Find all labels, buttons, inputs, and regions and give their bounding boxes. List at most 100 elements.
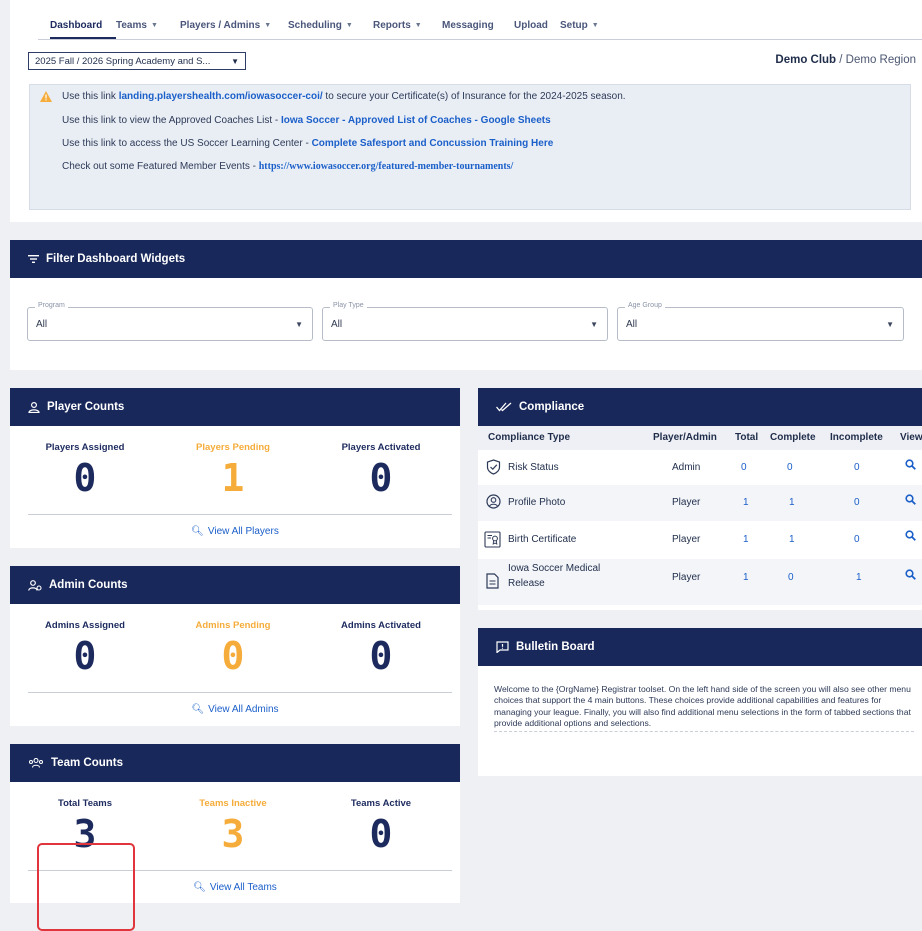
nav-label: Upload — [514, 20, 548, 31]
play-type-select[interactable]: Play Type All ▼ — [322, 302, 608, 341]
notice-line-4: Check out some Featured Member Events - … — [62, 161, 513, 172]
row-name: Profile Photo — [508, 497, 566, 508]
club-name: Demo Club — [775, 54, 837, 66]
player-counts-card: Player Counts Players Assigned 0 Players … — [10, 388, 460, 548]
player-counts-header: Player Counts — [10, 388, 460, 426]
col-player-admin: Player/Admin — [653, 432, 717, 443]
stat-value: 3 — [221, 812, 245, 856]
safesport-link[interactable]: Complete Safesport and Concussion Traini… — [312, 138, 554, 149]
link-label: View All Teams — [209, 882, 277, 893]
players-activated-stat: Players Activated 0 — [306, 442, 456, 497]
row-name: Risk Status — [508, 462, 559, 473]
row-total: 1 — [743, 534, 749, 545]
warning-icon — [40, 91, 52, 102]
link-label: View All Players — [207, 526, 279, 537]
region-name: / Demo Region — [836, 54, 916, 66]
table-row: Iowa Soccer Medical Release Player 1 0 1 — [478, 559, 922, 605]
nav-setup[interactable]: Setup ▼ — [560, 20, 599, 31]
table-row: Profile Photo Player 1 1 0 — [478, 485, 922, 521]
notice-line-1: Use this link landing.playershealth.com/… — [62, 91, 626, 102]
coaches-list-link[interactable]: Iowa Soccer - Approved List of Coaches -… — [281, 115, 551, 126]
nav-dashboard[interactable]: Dashboard — [50, 20, 102, 31]
season-select[interactable]: 2025 Fall / 2026 Spring Academy and S...… — [28, 52, 246, 70]
bulletin-header: Bulletin Board — [478, 628, 922, 666]
search-icon[interactable] — [905, 459, 916, 473]
stat-value: 0 — [73, 634, 97, 678]
row-total: 1 — [743, 572, 749, 583]
notice-line-3: Use this link to access the US Soccer Le… — [62, 138, 553, 149]
stat-label: Teams Active — [350, 798, 412, 809]
admin-counts-title: Admin Counts — [49, 579, 128, 591]
nav-players-admins[interactable]: Players / Admins ▼ — [180, 20, 271, 31]
row-complete: 0 — [788, 572, 794, 583]
age-group-select[interactable]: Age Group All ▼ — [617, 302, 904, 341]
nav-label: Scheduling — [288, 20, 342, 31]
compliance-header: Compliance — [478, 388, 922, 426]
search-icon[interactable] — [905, 494, 916, 508]
row-total: 1 — [743, 497, 749, 508]
stat-label: Players Activated — [341, 442, 421, 453]
stat-value: 0 — [369, 634, 393, 678]
row-incomplete: 0 — [854, 497, 860, 508]
chevron-down-icon: ▼ — [295, 320, 303, 329]
player-counts-title: Player Counts — [47, 401, 125, 413]
row-total: 0 — [741, 462, 747, 473]
coi-link[interactable]: landing.playershealth.com/iowasoccer-coi… — [119, 91, 323, 102]
main-nav: Dashboard Teams ▼ Players / Admins ▼ Sched… — [38, 0, 922, 40]
notice-box: Use this link landing.playershealth.com/… — [29, 84, 911, 210]
nav-label: Reports — [373, 20, 411, 31]
double-check-icon — [496, 402, 512, 412]
bulletin-title: Bulletin Board — [516, 641, 595, 653]
document-icon — [486, 573, 499, 589]
row-complete: 0 — [787, 462, 793, 473]
row-who: Player — [672, 497, 701, 508]
user-circle-icon — [486, 494, 501, 509]
admin-counts-header: Admin Counts — [10, 566, 460, 604]
row-incomplete: 0 — [854, 462, 860, 473]
nav-teams[interactable]: Teams ▼ — [116, 20, 158, 31]
notice-text: Use this link — [62, 91, 119, 102]
nav-messaging[interactable]: Messaging — [442, 20, 494, 31]
row-who: Player — [672, 572, 701, 583]
row-name: Iowa Soccer Medical — [508, 563, 601, 574]
col-total: Total — [735, 432, 759, 443]
season-select-value: 2025 Fall / 2026 Spring Academy and S... — [35, 55, 211, 67]
users-group-icon — [29, 758, 43, 768]
bulletin-card: Bulletin Board Welcome to the {OrgName} … — [478, 628, 922, 776]
program-value: All — [36, 319, 48, 330]
play-type-legend: Play Type — [330, 302, 367, 309]
table-row: Birth Certificate Player 1 1 0 — [478, 521, 922, 559]
chevron-down-icon: ▼ — [345, 22, 353, 29]
search-icon: 🔍︎ — [191, 704, 205, 715]
featured-events-link[interactable]: https://www.iowasoccer.org/featured-memb… — [259, 161, 514, 172]
col-complete: Complete — [770, 432, 816, 443]
nav-label: Dashboard — [50, 20, 103, 31]
nav-upload[interactable]: Upload — [514, 20, 548, 31]
program-select[interactable]: Program All ▼ — [27, 302, 313, 341]
row-incomplete: 0 — [854, 534, 860, 545]
divider — [28, 692, 452, 693]
view-all-players-link[interactable]: 🔍︎ View All Players — [10, 526, 460, 537]
bulletin-text: Welcome to the {OrgName} Registrar tools… — [494, 684, 914, 732]
play-type-value: All — [331, 319, 343, 330]
filter-card: Filter Dashboard Widgets Program All ▼ P… — [10, 240, 922, 370]
stat-value: 0 — [221, 634, 245, 678]
divider — [28, 514, 452, 515]
team-counts-title: Team Counts — [51, 757, 123, 769]
notice-text: to secure your Certificate(s) of Insuran… — [322, 91, 626, 102]
players-assigned-stat: Players Assigned 0 — [10, 442, 160, 497]
stat-label: Total Teams — [57, 798, 113, 809]
row-name: Birth Certificate — [508, 534, 577, 545]
compliance-card: Compliance Compliance Type Player/Admin … — [478, 388, 922, 610]
row-name: Release — [508, 578, 545, 589]
search-icon[interactable] — [905, 569, 916, 583]
row-incomplete: 1 — [856, 572, 862, 583]
org-label: Demo Club / Demo Region — [775, 54, 916, 66]
search-icon[interactable] — [905, 530, 916, 544]
filter-header: Filter Dashboard Widgets — [10, 240, 922, 278]
nav-scheduling[interactable]: Scheduling ▼ — [288, 20, 353, 31]
nav-reports[interactable]: Reports ▼ — [373, 20, 422, 31]
view-all-admins-link[interactable]: 🔍︎ View All Admins — [10, 704, 460, 715]
teams-active-stat: Teams Active 0 — [306, 798, 456, 853]
stat-label: Admins Assigned — [45, 620, 125, 631]
